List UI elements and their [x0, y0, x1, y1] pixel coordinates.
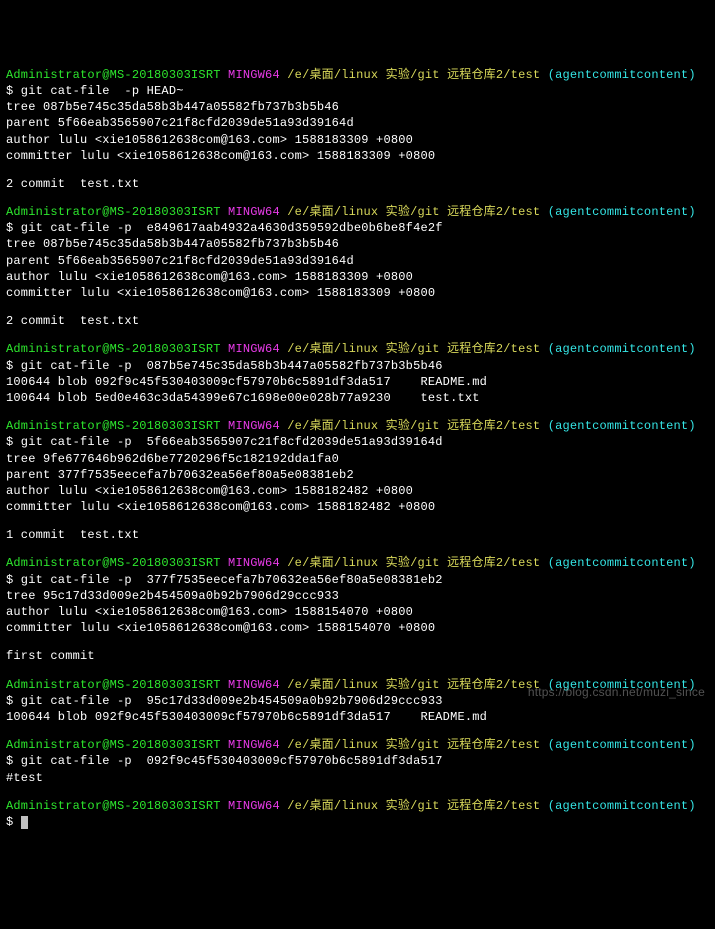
prompt-line: Administrator@MS-20180303ISRT MINGW64 /e… — [6, 67, 709, 83]
output-line: 100644 blob 092f9c45f530403009cf57970b6c… — [6, 709, 709, 725]
branch-label: (agentcommitcontent) — [548, 419, 696, 433]
output-line: parent 5f66eab3565907c21f8cfd2039de51a93… — [6, 253, 709, 269]
output-line: 100644 blob 092f9c45f530403009cf57970b6c… — [6, 374, 709, 390]
command-line: $ git cat-file -p 377f7535eecefa7b70632e… — [6, 572, 709, 588]
mingw-label: MINGW64 — [228, 556, 280, 570]
mingw-label: MINGW64 — [228, 678, 280, 692]
watermark-text: https://blog.csdn.net/muzi_since — [528, 684, 705, 700]
cwd-path: /e/桌面/linux 实验/git 远程仓库2/test — [287, 799, 540, 813]
output-line: committer lulu <xie1058612638com@163.com… — [6, 285, 709, 301]
prompt-line: Administrator@MS-20180303ISRT MINGW64 /e… — [6, 341, 709, 357]
branch-label: (agentcommitcontent) — [548, 342, 696, 356]
terminal-output[interactable]: Administrator@MS-20180303ISRT MINGW64 /e… — [6, 67, 709, 830]
user-host: Administrator@MS-20180303ISRT — [6, 799, 221, 813]
mingw-label: MINGW64 — [228, 738, 280, 752]
cwd-path: /e/桌面/linux 实验/git 远程仓库2/test — [287, 556, 540, 570]
output-line — [6, 543, 709, 555]
output-line: committer lulu <xie1058612638com@163.com… — [6, 148, 709, 164]
mingw-label: MINGW64 — [228, 799, 280, 813]
branch-label: (agentcommitcontent) — [548, 799, 696, 813]
output-line: 2 commit test.txt — [6, 176, 709, 192]
output-line: author lulu <xie1058612638com@163.com> 1… — [6, 269, 709, 285]
output-line — [6, 329, 709, 341]
cwd-path: /e/桌面/linux 实验/git 远程仓库2/test — [287, 738, 540, 752]
command-line: $ git cat-file -p e849617aab4932a4630d35… — [6, 220, 709, 236]
output-line: committer lulu <xie1058612638com@163.com… — [6, 499, 709, 515]
output-line — [6, 515, 709, 527]
prompt-line: Administrator@MS-20180303ISRT MINGW64 /e… — [6, 737, 709, 753]
mingw-label: MINGW64 — [228, 205, 280, 219]
output-line: 1 commit test.txt — [6, 527, 709, 543]
output-line — [6, 725, 709, 737]
prompt-line: Administrator@MS-20180303ISRT MINGW64 /e… — [6, 204, 709, 220]
output-line — [6, 406, 709, 418]
output-line: tree 9fe677646b962d6be7720296f5c182192dd… — [6, 451, 709, 467]
output-line: author lulu <xie1058612638com@163.com> 1… — [6, 604, 709, 620]
branch-label: (agentcommitcontent) — [548, 68, 696, 82]
output-line: parent 5f66eab3565907c21f8cfd2039de51a93… — [6, 115, 709, 131]
output-line: committer lulu <xie1058612638com@163.com… — [6, 620, 709, 636]
cwd-path: /e/桌面/linux 实验/git 远程仓库2/test — [287, 342, 540, 356]
output-line — [6, 301, 709, 313]
user-host: Administrator@MS-20180303ISRT — [6, 205, 221, 219]
mingw-label: MINGW64 — [228, 342, 280, 356]
user-host: Administrator@MS-20180303ISRT — [6, 738, 221, 752]
output-line — [6, 786, 709, 798]
output-line: author lulu <xie1058612638com@163.com> 1… — [6, 132, 709, 148]
output-line: 2 commit test.txt — [6, 313, 709, 329]
command-line: $ git cat-file -p 087b5e745c35da58b3b447… — [6, 358, 709, 374]
user-host: Administrator@MS-20180303ISRT — [6, 419, 221, 433]
output-line: author lulu <xie1058612638com@163.com> 1… — [6, 483, 709, 499]
output-line: tree 087b5e745c35da58b3b447a05582fb737b3… — [6, 99, 709, 115]
output-line — [6, 665, 709, 677]
output-line: #test — [6, 770, 709, 786]
cwd-path: /e/桌面/linux 实验/git 远程仓库2/test — [287, 68, 540, 82]
command-input[interactable]: $ — [6, 814, 709, 830]
output-line — [6, 164, 709, 176]
cwd-path: /e/桌面/linux 实验/git 远程仓库2/test — [287, 419, 540, 433]
prompt-line: Administrator@MS-20180303ISRT MINGW64 /e… — [6, 798, 709, 814]
user-host: Administrator@MS-20180303ISRT — [6, 342, 221, 356]
prompt-line: Administrator@MS-20180303ISRT MINGW64 /e… — [6, 418, 709, 434]
command-line: $ git cat-file -p 092f9c45f530403009cf57… — [6, 753, 709, 769]
output-line: parent 377f7535eecefa7b70632ea56ef80a5e0… — [6, 467, 709, 483]
user-host: Administrator@MS-20180303ISRT — [6, 68, 221, 82]
mingw-label: MINGW64 — [228, 419, 280, 433]
cwd-path: /e/桌面/linux 实验/git 远程仓库2/test — [287, 205, 540, 219]
output-line — [6, 192, 709, 204]
cursor-icon — [21, 816, 28, 829]
prompt-line: Administrator@MS-20180303ISRT MINGW64 /e… — [6, 555, 709, 571]
command-line: $ git cat-file -p 5f66eab3565907c21f8cfd… — [6, 434, 709, 450]
output-line: tree 087b5e745c35da58b3b447a05582fb737b3… — [6, 236, 709, 252]
mingw-label: MINGW64 — [228, 68, 280, 82]
branch-label: (agentcommitcontent) — [548, 205, 696, 219]
command-line: $ git cat-file -p HEAD~ — [6, 83, 709, 99]
user-host: Administrator@MS-20180303ISRT — [6, 556, 221, 570]
user-host: Administrator@MS-20180303ISRT — [6, 678, 221, 692]
output-line: tree 95c17d33d009e2b454509a0b92b7906d29c… — [6, 588, 709, 604]
cwd-path: /e/桌面/linux 实验/git 远程仓库2/test — [287, 678, 540, 692]
branch-label: (agentcommitcontent) — [548, 556, 696, 570]
output-line — [6, 636, 709, 648]
output-line: 100644 blob 5ed0e463c3da54399e67c1698e00… — [6, 390, 709, 406]
branch-label: (agentcommitcontent) — [548, 738, 696, 752]
output-line: first commit — [6, 648, 709, 664]
